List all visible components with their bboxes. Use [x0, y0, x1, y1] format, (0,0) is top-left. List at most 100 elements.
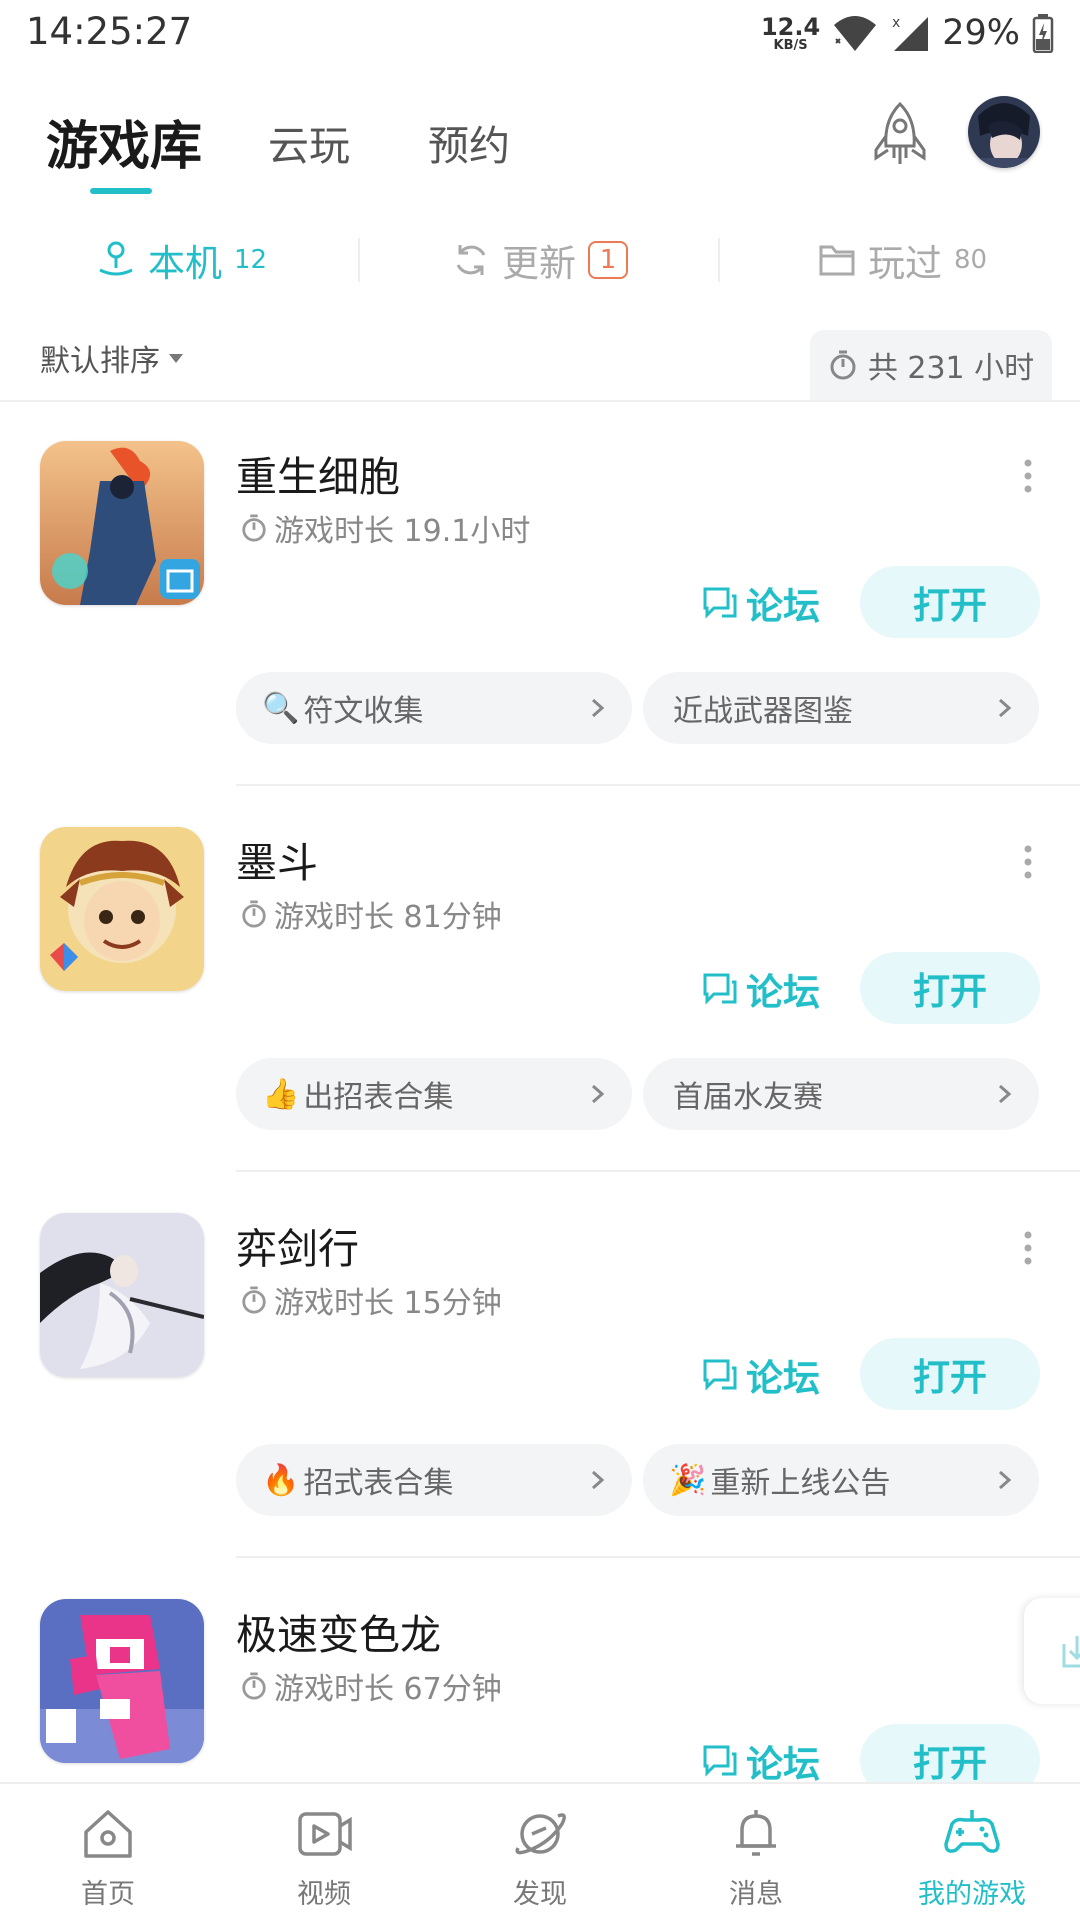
game-card: 极速变色龙 游戏时长 67分钟 论坛 打开 — [0, 1558, 1080, 1782]
topic-chip[interactable]: 🎉 重新上线公告 — [643, 1444, 1039, 1516]
more-options-icon[interactable] — [1022, 844, 1034, 880]
topic-chip[interactable]: 🔍 符文收集 — [236, 672, 632, 744]
status-bar: 14:25:27 12.4 KB/S x 29% — [0, 0, 1080, 66]
planet-icon — [515, 1813, 566, 1855]
chip-emoji: 🎉 — [669, 1462, 707, 1498]
nav-messages-label: 消息 — [729, 1879, 783, 1910]
game-title[interactable]: 极速变色龙 — [236, 1601, 441, 1661]
sort-dropdown[interactable]: 默认排序 — [40, 336, 184, 380]
chevron-right-icon — [999, 1470, 1012, 1490]
chip-label: 符文收集 — [303, 694, 424, 729]
bell-icon — [736, 1810, 776, 1856]
folder-icon — [819, 245, 855, 276]
nav-video[interactable]: 视频 — [216, 1784, 432, 1920]
chip-emoji: 🔍 — [262, 690, 300, 726]
game-title[interactable]: 墨斗 — [236, 829, 318, 889]
game-duration-text: 游戏时长 67分钟 — [274, 1672, 502, 1707]
forum-button[interactable]: 论坛 — [702, 954, 820, 1024]
game-icon[interactable] — [40, 1599, 204, 1763]
nav-messages[interactable]: 消息 — [648, 1784, 864, 1920]
game-title[interactable]: 弈剑行 — [236, 1215, 359, 1275]
forum-label: 论坛 — [746, 585, 820, 628]
nav-discover-label: 发现 — [513, 1879, 567, 1910]
total-playtime-text: 共 231 小时 — [867, 351, 1035, 386]
filter-tab-local[interactable]: 本机 12 — [96, 225, 267, 295]
topic-chip[interactable]: 👍 出招表合集 — [236, 1058, 632, 1130]
battery-icon — [1032, 14, 1054, 53]
filter-tab-local-count: 12 — [234, 245, 268, 275]
chip-emoji: 🔥 — [262, 1462, 300, 1498]
open-game-button[interactable]: 打开 — [860, 952, 1040, 1024]
tab-game-library[interactable]: 游戏库 — [46, 104, 202, 179]
net-speed: 12.4 KB/S — [761, 15, 820, 52]
rocket-icon[interactable] — [870, 100, 930, 170]
chip-label: 首届水友赛 — [673, 1080, 823, 1115]
nav-discover[interactable]: 发现 — [432, 1784, 648, 1920]
game-duration: 游戏时长 15分钟 — [240, 1278, 502, 1322]
chevron-right-icon — [592, 1470, 605, 1490]
refresh-icon — [456, 245, 486, 275]
forum-label: 论坛 — [746, 971, 820, 1014]
active-tab-indicator — [90, 188, 152, 194]
tab-divider — [358, 238, 360, 282]
open-game-button[interactable]: 打开 — [860, 1724, 1040, 1782]
more-options-icon[interactable] — [1022, 458, 1034, 494]
filter-tab-played[interactable]: 玩过 80 — [818, 225, 987, 295]
open-game-button[interactable]: 打开 — [860, 1338, 1040, 1410]
home-icon — [84, 1810, 132, 1858]
bottom-nav: 首页 视频 发现 消息 我的游戏 — [0, 1782, 1080, 1920]
game-duration-text: 游戏时长 81分钟 — [274, 900, 502, 935]
game-duration: 游戏时长 19.1小时 — [240, 506, 530, 550]
tab-reserve[interactable]: 预约 — [428, 112, 510, 172]
nav-my-games[interactable]: 我的游戏 — [864, 1784, 1080, 1920]
nav-home[interactable]: 首页 — [0, 1784, 216, 1920]
status-time: 14:25:27 — [26, 10, 193, 53]
chevron-right-icon — [592, 1084, 605, 1104]
game-card: 弈剑行 游戏时长 15分钟 论坛 打开 🔥 招式表合集 🎉 重新上线公告 — [0, 1172, 1080, 1558]
user-avatar[interactable] — [968, 96, 1040, 168]
joystick-icon — [99, 241, 133, 276]
tab-cloud-play[interactable]: 云玩 — [268, 112, 350, 172]
forum-label: 论坛 — [746, 1743, 820, 1782]
svg-text:x: x — [892, 15, 900, 31]
filter-tab-played-count: 80 — [954, 245, 988, 275]
chip-label: 招式表合集 — [303, 1466, 454, 1501]
topic-chip[interactable]: 近战武器图鉴 — [643, 672, 1039, 744]
chevron-right-icon — [999, 698, 1012, 718]
forum-button[interactable]: 论坛 — [702, 1726, 820, 1782]
filter-tab-update[interactable]: 更新 1 — [452, 225, 628, 295]
topic-chip[interactable]: 🔥 招式表合集 — [236, 1444, 632, 1516]
total-playtime: 共 231 小时 — [810, 330, 1052, 400]
filter-tabs: 本机 12 更新 1 玩过 80 — [0, 225, 1080, 295]
floating-download-button[interactable] — [1024, 1598, 1080, 1704]
open-game-button[interactable]: 打开 — [860, 566, 1040, 638]
game-title[interactable]: 重生细胞 — [236, 443, 400, 503]
game-duration: 游戏时长 81分钟 — [240, 892, 502, 936]
game-icon[interactable] — [40, 1213, 204, 1377]
stopwatch-icon — [242, 1286, 266, 1314]
chip-label: 重新上线公告 — [710, 1466, 891, 1501]
chevron-right-icon — [592, 698, 605, 718]
game-icon[interactable] — [40, 827, 204, 991]
nav-home-label: 首页 — [81, 1879, 135, 1910]
tab-divider — [718, 238, 720, 282]
topic-chip[interactable]: 首届水友赛 — [643, 1058, 1039, 1130]
forum-button[interactable]: 论坛 — [702, 568, 820, 638]
forum-button[interactable]: 论坛 — [702, 1340, 820, 1410]
game-icon[interactable] — [40, 441, 204, 605]
forum-label: 论坛 — [746, 1357, 820, 1400]
sort-label: 默认排序 — [40, 344, 160, 379]
game-card: 墨斗 游戏时长 81分钟 论坛 打开 👍 出招表合集 首届水友赛 — [0, 786, 1080, 1172]
more-options-icon[interactable] — [1022, 1230, 1034, 1266]
game-duration: 游戏时长 67分钟 — [240, 1664, 502, 1708]
game-duration-text: 游戏时长 15分钟 — [274, 1286, 502, 1321]
chip-emoji: 👍 — [262, 1076, 300, 1112]
chat-bubble-icon — [703, 973, 737, 1005]
signal-icon: x — [892, 15, 929, 51]
filter-tab-played-label: 玩过 — [868, 242, 942, 285]
chat-bubble-icon — [703, 1359, 737, 1391]
chat-bubble-icon — [703, 587, 737, 619]
filter-tab-local-label: 本机 — [148, 242, 222, 285]
net-speed-unit: KB/S — [773, 37, 808, 53]
net-speed-value: 12.4 — [760, 12, 821, 41]
